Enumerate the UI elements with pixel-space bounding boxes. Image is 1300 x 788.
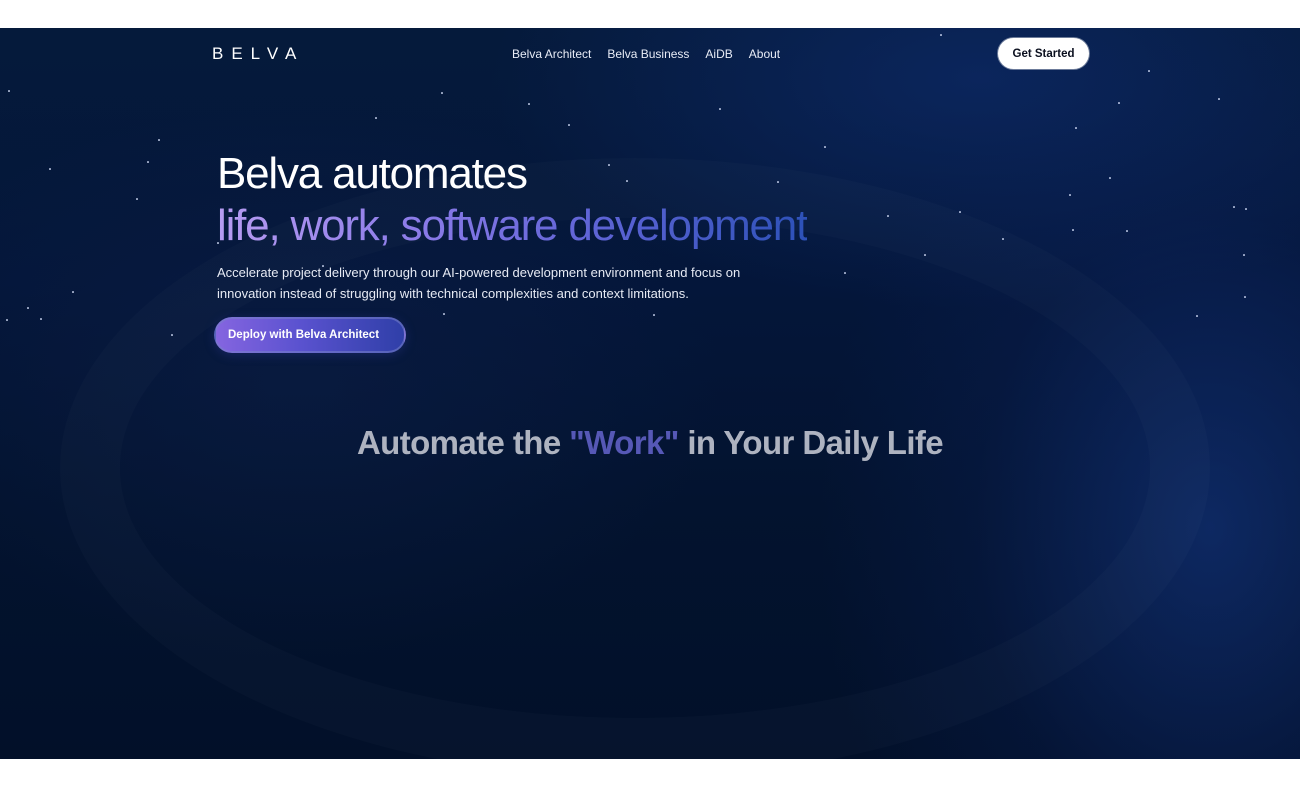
hero-page: BELVA Belva Architect Belva Business AiD…	[0, 28, 1300, 759]
hero-title-line2: life, work, software development	[217, 201, 808, 250]
section-title-accent: "Work"	[569, 424, 679, 461]
hero-description: Accelerate project delivery through our …	[217, 265, 741, 301]
nav-link-belva-architect[interactable]: Belva Architect	[512, 45, 591, 63]
hero-title-line1: Belva automates	[217, 149, 528, 198]
section-title: Automate the "Work" in Your Daily Life	[0, 424, 1300, 462]
deploy-belva-architect-button[interactable]: Deploy with Belva Architect	[214, 317, 406, 353]
nav-link-belva-business[interactable]: Belva Business	[607, 45, 689, 63]
belva-logo[interactable]: BELVA	[212, 44, 305, 63]
nav-link-about[interactable]: About	[749, 45, 780, 63]
starfield	[0, 28, 1300, 759]
section-title-after: in Your Daily Life	[678, 424, 944, 461]
get-started-button[interactable]: Get Started	[998, 38, 1089, 69]
main-nav: Belva Architect Belva Business AiDB Abou…	[512, 45, 780, 63]
hero-title: Belva automates life, work, software dev…	[217, 148, 808, 252]
nav-link-aidb[interactable]: AiDB	[705, 45, 732, 63]
logo-text: BELVA	[212, 44, 305, 63]
section-title-before: Automate the	[356, 424, 570, 461]
